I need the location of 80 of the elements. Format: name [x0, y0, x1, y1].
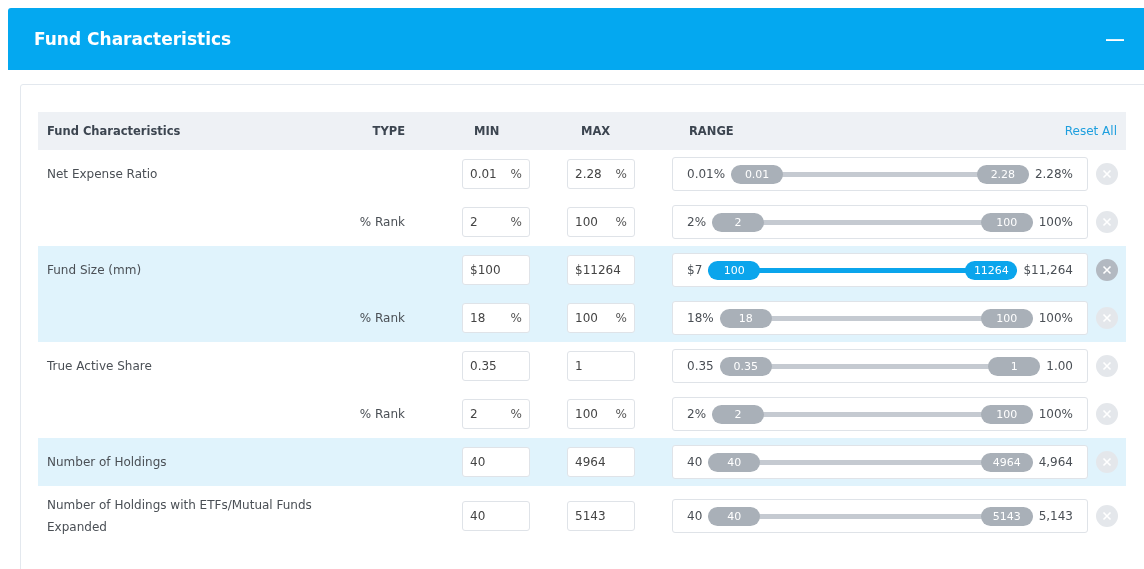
max-handle[interactable]: 2.28	[976, 164, 1029, 184]
max-field[interactable]: 4964	[567, 447, 635, 477]
column-header: RANGE	[688, 124, 734, 138]
clear-button[interactable]	[1096, 211, 1118, 233]
min-handle[interactable]: 100	[708, 260, 761, 280]
close-icon	[1096, 307, 1118, 329]
close-icon	[1096, 355, 1118, 377]
close-icon	[1096, 259, 1118, 281]
column-header: Fund Characteristics	[46, 124, 181, 138]
max-field[interactable]: 100 %	[567, 399, 635, 429]
max-handle[interactable]: 1	[988, 356, 1041, 376]
range-max-label: 1.00	[1046, 359, 1073, 373]
close-icon	[1096, 211, 1118, 233]
max-handle[interactable]: 100	[980, 308, 1033, 328]
column-header: MIN	[473, 124, 500, 138]
close-icon	[1096, 403, 1118, 425]
range-max-label: $11,264	[1023, 263, 1073, 277]
close-icon	[1096, 163, 1118, 185]
min-field[interactable]: 2 %	[462, 207, 530, 237]
type-label: % Rank	[359, 407, 405, 421]
clear-button[interactable]	[1096, 451, 1118, 473]
panel-title: Fund Characteristics	[34, 29, 232, 49]
max-field[interactable]: $11264	[567, 255, 635, 285]
range-min-label: 2%	[687, 407, 707, 421]
min-field[interactable]: 40	[462, 501, 530, 531]
type-label: % Rank	[359, 215, 405, 229]
min-field[interactable]: $100	[462, 255, 530, 285]
range-min-label: 40	[687, 509, 703, 523]
range-min-label: 2%	[687, 215, 707, 229]
collapse-button[interactable]: —	[1104, 28, 1126, 50]
range-max-label: 4,964	[1038, 455, 1073, 469]
clear-button[interactable]	[1096, 403, 1118, 425]
min-field[interactable]: 0.35	[462, 351, 530, 381]
max-handle[interactable]: 100	[980, 212, 1033, 232]
max-handle[interactable]: 11264	[965, 260, 1018, 280]
max-field[interactable]: 100 %	[567, 207, 635, 237]
column-header: TYPE	[372, 124, 405, 138]
close-icon	[1096, 505, 1118, 527]
min-field[interactable]: 2 %	[462, 399, 530, 429]
criterion-name: Fund Size (mm)	[46, 262, 143, 279]
range-min-label: 0.35	[687, 359, 714, 373]
max-field[interactable]: 1	[567, 351, 635, 381]
criterion-name: Number of Holdings	[46, 454, 168, 471]
range-min-label: 0.01%	[687, 167, 726, 181]
max-handle[interactable]: 100	[980, 404, 1033, 424]
range-min-label: 40	[687, 455, 703, 469]
max-handle[interactable]: 4964	[980, 452, 1033, 472]
reset-all-link[interactable]: Reset All	[1064, 124, 1117, 138]
min-handle[interactable]: 0.35	[719, 356, 772, 376]
max-field[interactable]: 2.28 %	[567, 159, 635, 189]
clear-button[interactable]	[1096, 259, 1118, 281]
criterion-name: Number of Holdings with ETFs/Mutual Funds Expanded	[46, 497, 313, 536]
min-field[interactable]: 18 %	[462, 303, 530, 333]
clear-button[interactable]	[1096, 163, 1118, 185]
clear-button[interactable]	[1096, 505, 1118, 527]
close-icon	[1096, 451, 1118, 473]
range-max-label: 2.28%	[1034, 167, 1073, 181]
max-field[interactable]: 5143	[567, 501, 635, 531]
range-max-label: 100%	[1038, 311, 1073, 325]
criterion-name: Net Expense Ratio	[46, 166, 159, 183]
min-field[interactable]: 40	[462, 447, 530, 477]
min-handle[interactable]: 40	[708, 452, 761, 472]
range-min-label: $7	[687, 263, 703, 277]
min-handle[interactable]: 2	[712, 404, 765, 424]
min-field[interactable]: 0.01 %	[462, 159, 530, 189]
min-handle[interactable]: 18	[719, 308, 772, 328]
min-handle[interactable]: 40	[708, 506, 761, 526]
column-header: MAX	[580, 124, 611, 138]
type-label: % Rank	[359, 311, 405, 325]
clear-button[interactable]	[1096, 355, 1118, 377]
clear-button[interactable]	[1096, 307, 1118, 329]
range-max-label: 5,143	[1038, 509, 1073, 523]
max-handle[interactable]: 5143	[980, 506, 1033, 526]
range-max-label: 100%	[1038, 215, 1073, 229]
range-min-label: 18%	[687, 311, 714, 325]
min-handle[interactable]: 2	[712, 212, 765, 232]
criterion-name: True Active Share	[46, 358, 153, 375]
range-max-label: 100%	[1038, 407, 1073, 421]
min-handle[interactable]: 0.01	[731, 164, 784, 184]
max-field[interactable]: 100 %	[567, 303, 635, 333]
